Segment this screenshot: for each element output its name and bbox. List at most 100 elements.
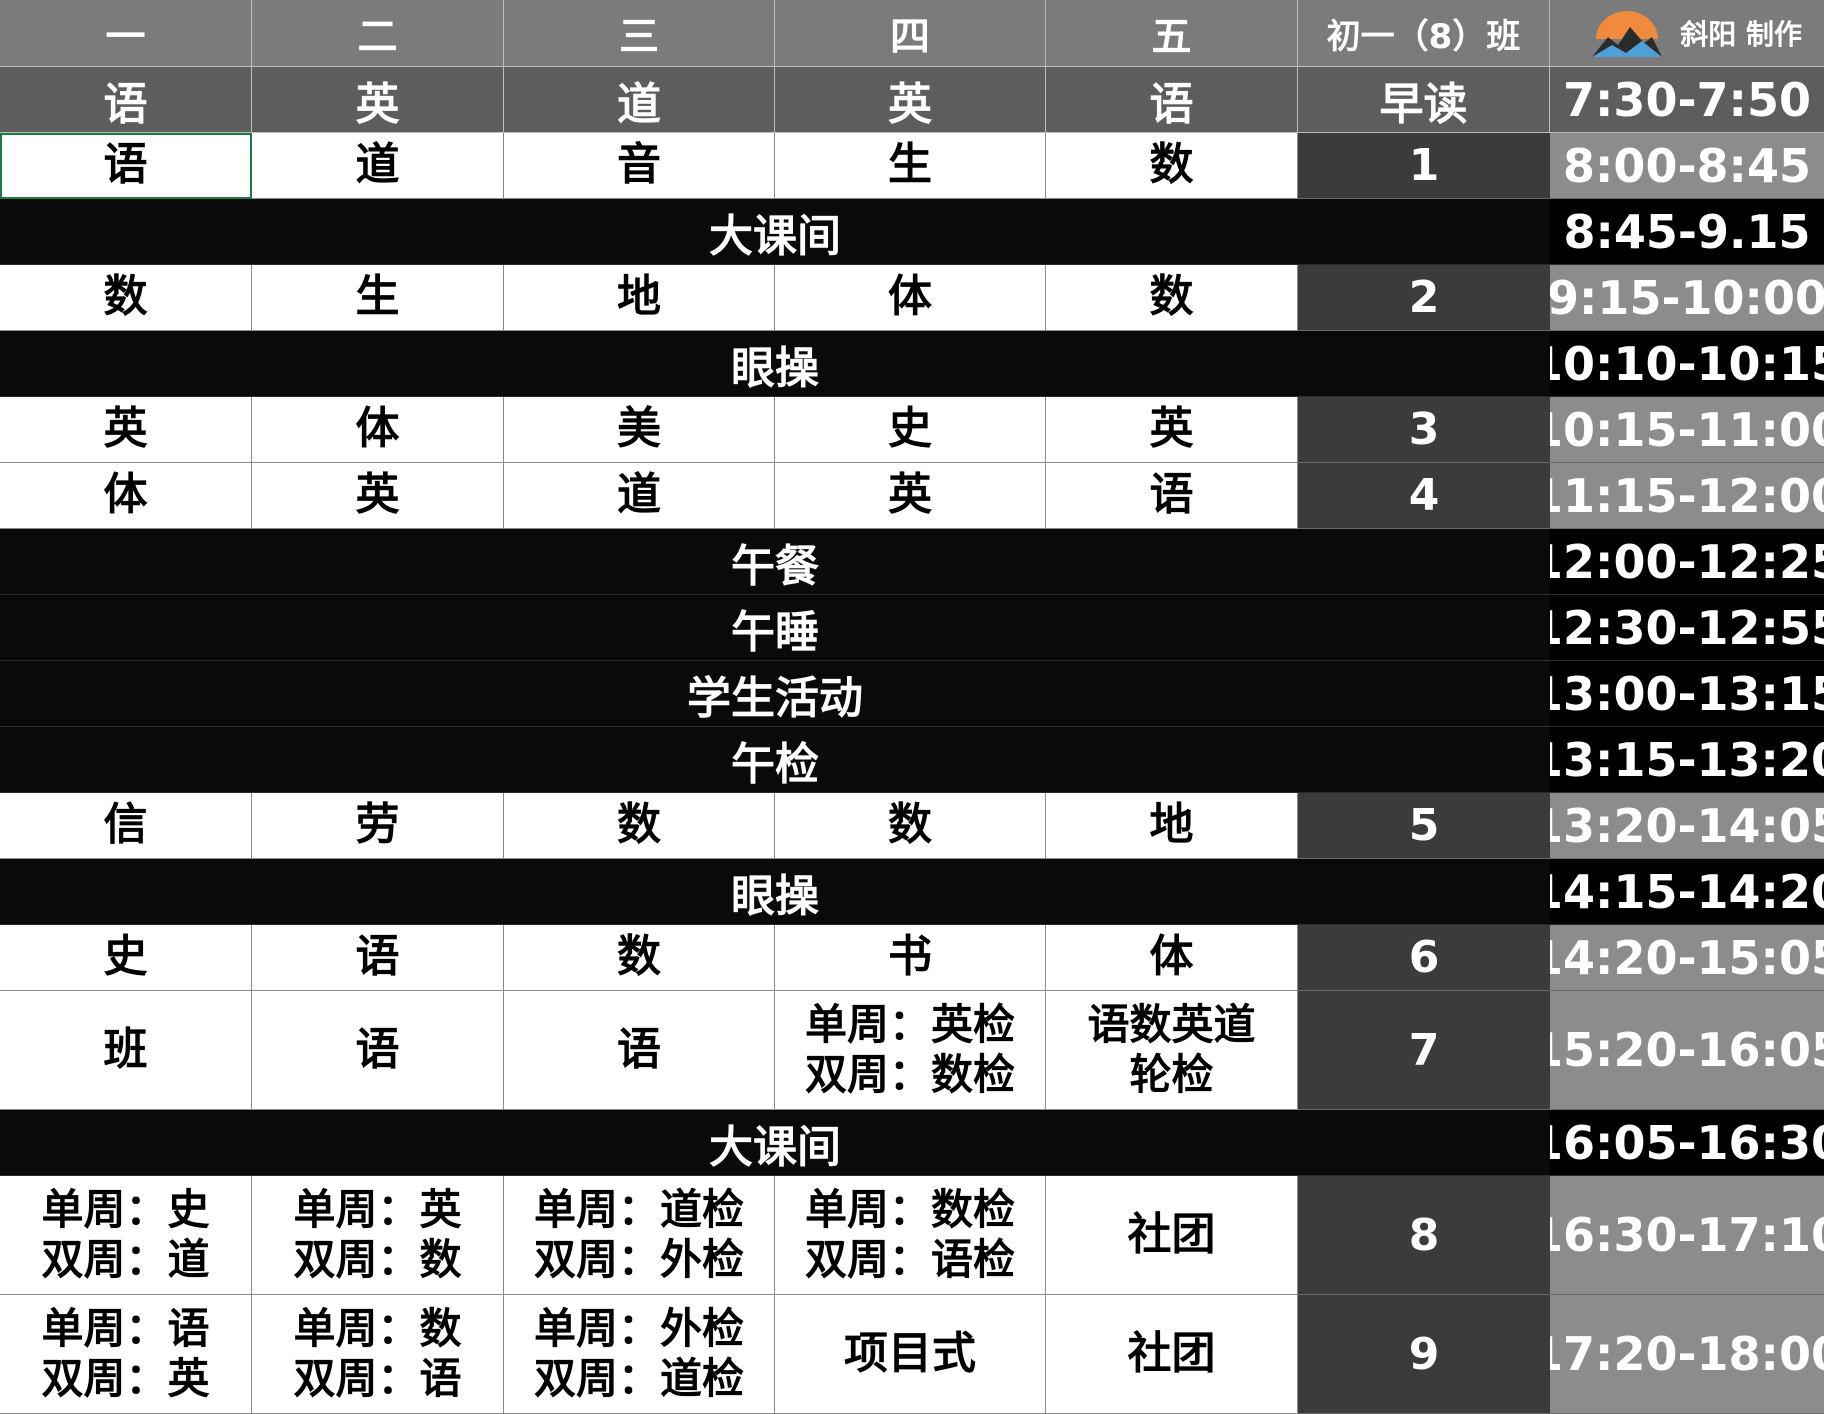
class-time-cell[interactable]: 8:00-8:45 <box>1550 133 1824 199</box>
day-header-label: 三 <box>619 14 659 60</box>
subject-cell[interactable]: 数 <box>504 793 775 859</box>
subject-cell[interactable]: 单周：数检 双周：语检 <box>775 1176 1046 1295</box>
period-number-cell[interactable]: 6 <box>1298 925 1550 991</box>
subject-cell[interactable]: 社团 <box>1046 1295 1298 1414</box>
subject-cell[interactable]: 信 <box>0 793 252 859</box>
break-row[interactable]: 大课间 <box>0 1110 1550 1176</box>
period-number-cell[interactable]: 9 <box>1298 1295 1550 1414</box>
day-header[interactable]: 五 <box>1046 0 1298 67</box>
subject-cell[interactable]: 道 <box>504 463 775 529</box>
subject-label: 书 <box>888 931 932 983</box>
break-time-cell[interactable]: 10:10-10:15 <box>1550 331 1824 397</box>
break-time-cell[interactable]: 8:45-9.15 <box>1550 199 1824 265</box>
brand-cell[interactable]: 斜阳 制作 <box>1550 0 1824 67</box>
break-time-cell[interactable]: 12:00-12:25 <box>1550 529 1824 595</box>
subject-cell[interactable]: 生 <box>252 265 504 331</box>
subject-cell[interactable]: 数 <box>1046 265 1298 331</box>
break-time-cell[interactable]: 14:15-14:20 <box>1550 859 1824 925</box>
subject-cell[interactable]: 数 <box>1046 133 1298 199</box>
subject-cell[interactable]: 数 <box>775 793 1046 859</box>
period-number-cell[interactable]: 2 <box>1298 265 1550 331</box>
subject-cell[interactable]: 美 <box>504 397 775 463</box>
subject-cell[interactable]: 语 <box>252 991 504 1110</box>
subject-cell[interactable]: 语 <box>252 925 504 991</box>
subject-cell[interactable]: 单周：英检 双周：数检 <box>775 991 1046 1110</box>
day-header[interactable]: 二 <box>252 0 504 67</box>
subject-cell[interactable]: 单周：语 双周：英 <box>0 1295 252 1414</box>
early-reading-subject[interactable]: 语 <box>0 67 252 133</box>
subject-cell[interactable]: 地 <box>1046 793 1298 859</box>
early-reading-subject[interactable]: 语 <box>1046 67 1298 133</box>
class-time-cell[interactable]: 17:20-18:00 <box>1550 1295 1824 1414</box>
subject-cell[interactable]: 地 <box>504 265 775 331</box>
break-time-cell[interactable]: 12:30-12:55 <box>1550 595 1824 661</box>
class-time-cell[interactable]: 13:20-14:05 <box>1550 793 1824 859</box>
subject-label: 语 <box>1149 78 1194 130</box>
early-reading-time-cell[interactable]: 7:30-7:50 <box>1550 67 1824 133</box>
early-reading-subject[interactable]: 英 <box>252 67 504 133</box>
time-label: 17:20-18:00 <box>1550 1327 1824 1381</box>
subject-cell[interactable]: 语数英道 轮检 <box>1046 991 1298 1110</box>
period-number-cell[interactable]: 7 <box>1298 991 1550 1110</box>
period-number-cell[interactable]: 8 <box>1298 1176 1550 1295</box>
subject-cell[interactable]: 道 <box>252 133 504 199</box>
subject-cell[interactable]: 班 <box>0 991 252 1110</box>
subject-cell[interactable]: 英 <box>1046 397 1298 463</box>
subject-cell[interactable]: 史 <box>775 397 1046 463</box>
early-reading-subject[interactable]: 道 <box>504 67 775 133</box>
early-reading-label-cell[interactable]: 早读 <box>1298 67 1550 133</box>
subject-cell[interactable]: 项目式 <box>775 1295 1046 1414</box>
subject-cell[interactable]: 单周：外检 双周：道检 <box>504 1295 775 1414</box>
break-row[interactable]: 午餐 <box>0 529 1550 595</box>
break-row[interactable]: 眼操 <box>0 859 1550 925</box>
break-time-cell[interactable]: 13:15-13:20 <box>1550 727 1824 793</box>
break-time-cell[interactable]: 13:00-13:15 <box>1550 661 1824 727</box>
subject-cell[interactable]: 单周：史 双周：道 <box>0 1176 252 1295</box>
period-number-cell[interactable]: 5 <box>1298 793 1550 859</box>
class-time-cell[interactable]: 14:20-15:05 <box>1550 925 1824 991</box>
subject-cell[interactable]: 书 <box>775 925 1046 991</box>
subject-cell[interactable]: 体 <box>775 265 1046 331</box>
period-number-cell[interactable]: 3 <box>1298 397 1550 463</box>
break-row[interactable]: 午睡 <box>0 595 1550 661</box>
subject-cell[interactable]: 英 <box>0 397 252 463</box>
subject-cell[interactable]: 生 <box>775 133 1046 199</box>
period-number-cell[interactable]: 1 <box>1298 133 1550 199</box>
day-header-label: 二 <box>357 14 398 60</box>
break-row[interactable]: 眼操 <box>0 331 1550 397</box>
subject-cell[interactable]: 体 <box>0 463 252 529</box>
subject-cell[interactable]: 单周：道检 双周：外检 <box>504 1176 775 1295</box>
subject-cell[interactable]: 英 <box>775 463 1046 529</box>
subject-cell[interactable]: 英 <box>252 463 504 529</box>
early-reading-subject[interactable]: 英 <box>775 67 1046 133</box>
class-time-cell[interactable]: 16:30-17:10 <box>1550 1176 1824 1295</box>
break-time-cell[interactable]: 16:05-16:30 <box>1550 1110 1824 1176</box>
break-row[interactable]: 大课间 <box>0 199 1550 265</box>
class-time-cell[interactable]: 11:15-12:00 <box>1550 463 1824 529</box>
day-header[interactable]: 三 <box>504 0 775 67</box>
subject-label: 地 <box>1149 799 1194 851</box>
day-header[interactable]: 四 <box>775 0 1046 67</box>
day-header[interactable]: 一 <box>0 0 252 67</box>
period-number-cell[interactable]: 4 <box>1298 463 1550 529</box>
subject-cell[interactable]: 史 <box>0 925 252 991</box>
class-time-cell[interactable]: 9:15-10:00 <box>1550 265 1824 331</box>
subject-cell[interactable]: 语 <box>0 133 252 199</box>
break-row[interactable]: 学生活动 <box>0 661 1550 727</box>
break-row[interactable]: 午检 <box>0 727 1550 793</box>
subject-cell[interactable]: 音 <box>504 133 775 199</box>
class-name-cell[interactable]: 初一（8）班 <box>1298 0 1550 67</box>
subject-cell[interactable]: 数 <box>504 925 775 991</box>
subject-cell[interactable]: 单周：英 双周：数 <box>252 1176 504 1295</box>
class-time-cell[interactable]: 10:15-11:00 <box>1550 397 1824 463</box>
subject-cell[interactable]: 体 <box>252 397 504 463</box>
subject-cell[interactable]: 社团 <box>1046 1176 1298 1295</box>
subject-cell[interactable]: 劳 <box>252 793 504 859</box>
subject-cell[interactable]: 语 <box>504 991 775 1110</box>
subject-cell[interactable]: 单周：数 双周：语 <box>252 1295 504 1414</box>
subject-cell[interactable]: 语 <box>1046 463 1298 529</box>
subject-cell[interactable]: 数 <box>0 265 252 331</box>
class-time-cell[interactable]: 15:20-16:05 <box>1550 991 1824 1110</box>
subject-cell[interactable]: 体 <box>1046 925 1298 991</box>
subject-label: 英 <box>103 403 148 455</box>
